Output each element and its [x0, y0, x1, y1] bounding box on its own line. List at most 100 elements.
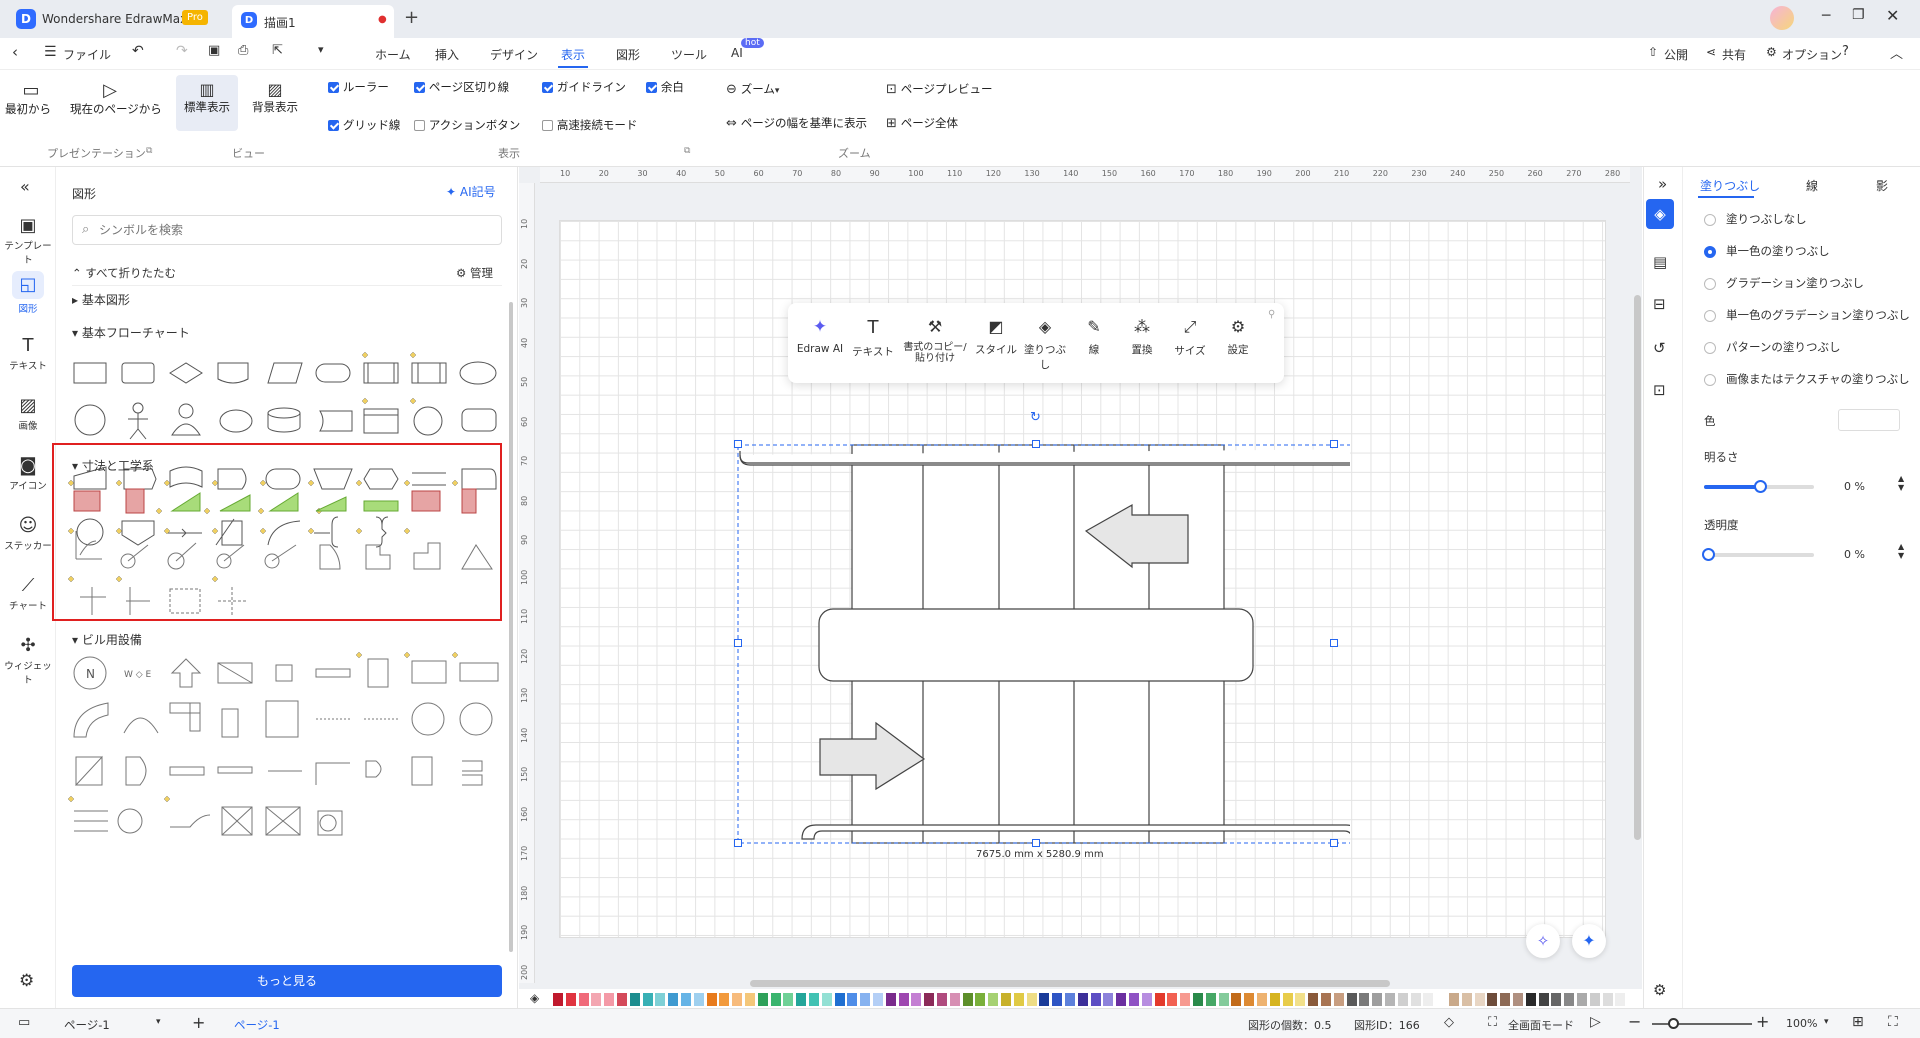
color-swatch[interactable]: [1001, 993, 1011, 1006]
more-icon[interactable]: ▾: [318, 43, 324, 56]
section-building[interactable]: ▾ ビル用設備: [72, 631, 142, 648]
rail-shapes[interactable]: ◱ 図形: [0, 271, 56, 315]
fit-width-button[interactable]: ⇔ ページの幅を基準に表示: [726, 115, 867, 131]
add-page-icon[interactable]: +: [192, 1013, 205, 1032]
color-swatch[interactable]: [1065, 993, 1075, 1006]
style-tool[interactable]: ◩ スタイル: [974, 317, 1018, 357]
color-swatch[interactable]: [655, 993, 666, 1006]
fullscreen-label[interactable]: 全画面モード: [1508, 1017, 1574, 1033]
whole-page-button[interactable]: ⊞ ページ全体: [886, 115, 958, 131]
section-basic-flowchart[interactable]: ▾ 基本フローチャート: [72, 324, 190, 341]
color-swatch[interactable]: [1103, 993, 1114, 1006]
color-swatch[interactable]: [1116, 993, 1127, 1006]
color-swatch[interactable]: [1513, 993, 1523, 1006]
panel-settings-icon[interactable]: ⚙: [1653, 981, 1666, 999]
color-swatch[interactable]: [924, 993, 935, 1006]
color-swatch[interactable]: [1039, 993, 1050, 1006]
layers-icon[interactable]: ◇: [1444, 1015, 1454, 1030]
zoom-thumb[interactable]: [1668, 1018, 1679, 1029]
ai-assist-icon[interactable]: ✧: [1526, 924, 1560, 958]
color-swatch[interactable]: [1423, 993, 1434, 1006]
color-swatch[interactable]: [783, 993, 794, 1006]
color-swatch[interactable]: [745, 993, 755, 1006]
ai-symbol-button[interactable]: ✦ AI記号: [446, 183, 496, 200]
color-swatch[interactable]: [975, 993, 986, 1006]
guide-checkbox[interactable]: ガイドライン: [542, 79, 626, 95]
close-icon[interactable]: ✕: [1886, 6, 1899, 25]
export-panel-icon[interactable]: ⊡: [1653, 381, 1666, 399]
color-swatch[interactable]: [988, 993, 999, 1006]
zoom-button[interactable]: ⊖ ズーム▾: [726, 81, 779, 97]
share-button[interactable]: 共有: [1722, 46, 1746, 63]
color-swatch[interactable]: [578, 993, 589, 1006]
text-tool[interactable]: T テキスト: [848, 317, 898, 359]
publish-button[interactable]: 公開: [1664, 46, 1688, 63]
save-icon[interactable]: ▣: [208, 43, 220, 58]
page-panel-icon[interactable]: ▤: [1653, 253, 1667, 271]
horizontal-scrollbar[interactable]: [750, 980, 1390, 987]
redo-icon[interactable]: ↷: [176, 43, 188, 59]
selection-handle[interactable]: [734, 839, 742, 847]
page-selector[interactable]: ページ-1: [64, 1017, 110, 1033]
color-swatch[interactable]: [1372, 993, 1383, 1006]
fast-connect-checkbox[interactable]: 高速接続モード: [542, 117, 637, 133]
pin-icon[interactable]: ⚲: [1268, 309, 1275, 320]
color-swatch[interactable]: [706, 993, 717, 1006]
color-swatch[interactable]: [1013, 993, 1024, 1006]
color-swatch[interactable]: [1564, 993, 1575, 1006]
color-swatch[interactable]: [617, 993, 627, 1006]
play-presentation-icon[interactable]: ▷: [1590, 1014, 1601, 1030]
expand-panel-icon[interactable]: »: [1658, 175, 1667, 193]
fill-palette-icon[interactable]: ◈: [530, 991, 539, 1005]
color-swatch[interactable]: [1026, 993, 1037, 1006]
color-swatch[interactable]: [681, 993, 691, 1006]
tab-fill[interactable]: 塗りつぶし: [1700, 177, 1760, 194]
color-swatch[interactable]: [1282, 993, 1293, 1006]
tab-tools[interactable]: ツール: [671, 46, 707, 63]
tab-shapes[interactable]: 図形: [616, 46, 640, 63]
color-swatch[interactable]: [604, 993, 615, 1006]
color-swatch[interactable]: [1244, 993, 1255, 1006]
color-swatch[interactable]: [1218, 993, 1229, 1006]
color-swatch[interactable]: [1385, 993, 1395, 1006]
color-swatch[interactable]: [1602, 993, 1613, 1006]
color-swatch[interactable]: [911, 993, 922, 1006]
rail-icon[interactable]: ◙ アイコン: [0, 455, 56, 492]
vertical-scrollbar[interactable]: [1634, 295, 1641, 840]
fill-option-none[interactable]: 塗りつぶしなし: [1704, 211, 1807, 227]
fill-option-single-gradient[interactable]: 単一色のグラデーション塗りつぶし: [1704, 307, 1910, 323]
color-swatch[interactable]: [1551, 993, 1562, 1006]
color-swatch[interactable]: [1397, 993, 1408, 1006]
undo-icon[interactable]: ↶: [132, 43, 144, 59]
color-swatch[interactable]: [591, 993, 602, 1006]
brightness-thumb[interactable]: [1754, 480, 1767, 493]
color-swatch[interactable]: [834, 993, 845, 1006]
fill-tool[interactable]: ◈ 塗りつぶし: [1020, 317, 1070, 372]
replace-tool[interactable]: ⁂ 置換: [1120, 317, 1164, 357]
settings-tool[interactable]: ⚙ 設定: [1216, 317, 1260, 357]
fill-option-pattern[interactable]: パターンの塗りつぶし: [1704, 339, 1841, 355]
line-tool[interactable]: ✎ 線: [1072, 317, 1116, 357]
display-launcher-icon[interactable]: ⧉: [684, 146, 690, 156]
color-swatch[interactable]: [1577, 993, 1587, 1006]
color-swatch[interactable]: [873, 993, 883, 1006]
back-icon[interactable]: ‹: [12, 43, 18, 61]
color-swatch[interactable]: [885, 993, 896, 1006]
color-swatch[interactable]: [1269, 993, 1280, 1006]
search-input[interactable]: [99, 220, 479, 240]
color-picker[interactable]: [1838, 409, 1900, 431]
transparency-thumb[interactable]: [1702, 548, 1715, 561]
color-swatch[interactable]: [1052, 993, 1063, 1006]
section-dimension[interactable]: ▾ 寸法と工学系: [72, 457, 154, 474]
color-swatch[interactable]: [1193, 993, 1203, 1006]
fill-panel-icon[interactable]: ◈: [1646, 199, 1674, 229]
transparency-stepper-icon[interactable]: ▲ ▼: [1898, 542, 1904, 560]
from-start-button[interactable]: ▭ 最初から: [5, 80, 52, 117]
color-swatch[interactable]: [565, 993, 576, 1006]
selection-handle[interactable]: [1032, 440, 1040, 448]
color-swatch[interactable]: [1500, 993, 1511, 1006]
zoom-dropdown-icon[interactable]: ▾: [1824, 1017, 1829, 1027]
tab-home[interactable]: ホーム: [375, 46, 411, 63]
zoom-level[interactable]: 100%: [1786, 1017, 1817, 1030]
panel-scrollbar[interactable]: [509, 302, 513, 952]
